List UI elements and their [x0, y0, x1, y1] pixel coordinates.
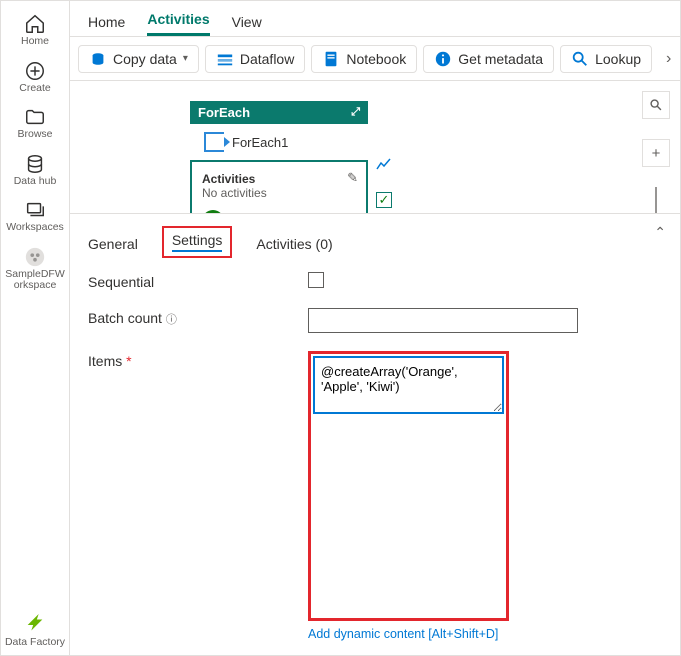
- rail-create[interactable]: Create: [1, 54, 69, 101]
- rail-home-label: Home: [21, 36, 49, 48]
- rail-datahub-label: Data hub: [14, 176, 57, 188]
- rail-datafactory-label: Data Factory: [5, 637, 65, 649]
- rail-sample-workspace[interactable]: SampleDFW orkspace: [1, 240, 69, 298]
- activity-header[interactable]: ForEach ⤢: [190, 101, 368, 124]
- rail-sample-label: SampleDFW orkspace: [1, 269, 69, 292]
- info-icon: [434, 50, 452, 68]
- add-activity-button[interactable]: +: [202, 210, 224, 213]
- status-success-icon[interactable]: ✓: [376, 192, 392, 208]
- folder-icon: [24, 106, 46, 128]
- tool-dataflow-label: Dataflow: [240, 51, 294, 67]
- add-dynamic-content-link[interactable]: Add dynamic content [Alt+Shift+D]: [308, 627, 509, 641]
- pipeline-canvas[interactable]: ForEach ⤢ ForEach1 ✎ Activities No activ…: [70, 81, 680, 213]
- rail-workspaces-label: Workspaces: [6, 222, 64, 234]
- activities-section-label: Activities: [202, 172, 356, 186]
- activity-name-label: ForEach1: [232, 135, 288, 150]
- tool-copy-data-label: Copy data: [113, 51, 177, 67]
- label-batch-count: Batch count ⓘ: [88, 308, 298, 327]
- tool-notebook-label: Notebook: [346, 51, 406, 67]
- rail-workspaces[interactable]: Workspaces: [1, 193, 69, 240]
- canvas-controls: + −: [642, 91, 670, 213]
- tool-get-metadata-label: Get metadata: [458, 51, 543, 67]
- pencil-icon[interactable]: ✎: [347, 170, 358, 186]
- search-icon: [571, 50, 589, 68]
- tool-lookup-label: Lookup: [595, 51, 641, 67]
- copy-data-icon: [89, 50, 107, 68]
- tool-notebook[interactable]: Notebook: [311, 45, 417, 73]
- canvas-search-button[interactable]: [642, 91, 670, 119]
- rail-datafactory[interactable]: Data Factory: [1, 608, 69, 655]
- row-items: Items Add dynamic content [Alt+Shift+D]: [88, 351, 662, 641]
- status-indicators: ✓ ✕ →: [376, 156, 392, 213]
- panel-tabs: General Settings Activities (0) ⌃: [70, 214, 680, 258]
- rail-datahub[interactable]: Data hub: [1, 147, 69, 194]
- activities-toolbar: Copy data ▾ Dataflow Notebook Get metada…: [70, 37, 680, 81]
- panel-tab-activities[interactable]: Activities (0): [256, 236, 332, 258]
- tool-get-metadata[interactable]: Get metadata: [423, 45, 554, 73]
- row-batch-count: Batch count ⓘ: [88, 308, 662, 333]
- panel-tab-settings-label: Settings: [172, 232, 223, 248]
- no-activities-label: No activities: [202, 186, 356, 200]
- items-textarea[interactable]: [314, 357, 503, 413]
- home-icon: [24, 13, 46, 35]
- foreach-activity[interactable]: ForEach ⤢ ForEach1 ✎ Activities No activ…: [190, 101, 368, 213]
- chevron-down-icon: ▾: [183, 53, 188, 64]
- workspace-icon: [24, 246, 46, 268]
- info-hint-icon: ⓘ: [166, 314, 177, 326]
- activity-name-row: ForEach1: [190, 124, 368, 160]
- zoom-slider[interactable]: [655, 187, 657, 213]
- dataflow-icon: [216, 50, 234, 68]
- main-area: Home Activities View Copy data ▾ Dataflo…: [70, 1, 680, 655]
- sequential-checkbox[interactable]: [308, 272, 324, 288]
- batch-count-input[interactable]: [308, 308, 578, 333]
- plus-circle-icon: [24, 60, 46, 82]
- activity-body[interactable]: ✎ Activities No activities +: [190, 160, 368, 213]
- datafactory-icon: [24, 614, 46, 636]
- tab-activities[interactable]: Activities: [147, 11, 209, 36]
- left-rail: Home Create Browse Data hub Workspaces S…: [1, 1, 70, 655]
- panel-tab-general[interactable]: General: [88, 236, 138, 258]
- settings-form: Sequential Batch count ⓘ Items Add dynam…: [70, 258, 680, 655]
- panel-tab-settings[interactable]: Settings: [162, 226, 233, 258]
- rail-create-label: Create: [19, 83, 51, 95]
- database-icon: [24, 153, 46, 175]
- stack-icon: [24, 199, 46, 221]
- notebook-icon: [322, 50, 340, 68]
- activity-type-label: ForEach: [198, 105, 250, 120]
- tab-view[interactable]: View: [232, 14, 262, 36]
- tool-dataflow[interactable]: Dataflow: [205, 45, 305, 73]
- label-items: Items: [88, 351, 298, 369]
- items-highlight-box: [308, 351, 509, 621]
- rail-home[interactable]: Home: [1, 7, 69, 54]
- properties-panel: General Settings Activities (0) ⌃ Sequen…: [70, 213, 680, 655]
- top-tabs: Home Activities View: [70, 1, 680, 37]
- rail-browse[interactable]: Browse: [1, 100, 69, 147]
- status-chart-icon[interactable]: [376, 156, 392, 172]
- collapse-panel-icon[interactable]: ⌃: [654, 224, 666, 241]
- label-sequential: Sequential: [88, 272, 298, 290]
- expand-icon[interactable]: ⤢: [351, 106, 360, 119]
- tab-home[interactable]: Home: [88, 14, 125, 36]
- toolbar-more[interactable]: ›: [658, 46, 679, 72]
- foreach-icon: [204, 132, 224, 152]
- tool-lookup[interactable]: Lookup: [560, 45, 652, 73]
- zoom-in-button[interactable]: +: [642, 139, 670, 167]
- row-sequential: Sequential: [88, 272, 662, 290]
- tool-copy-data[interactable]: Copy data ▾: [78, 45, 199, 73]
- rail-browse-label: Browse: [17, 129, 52, 141]
